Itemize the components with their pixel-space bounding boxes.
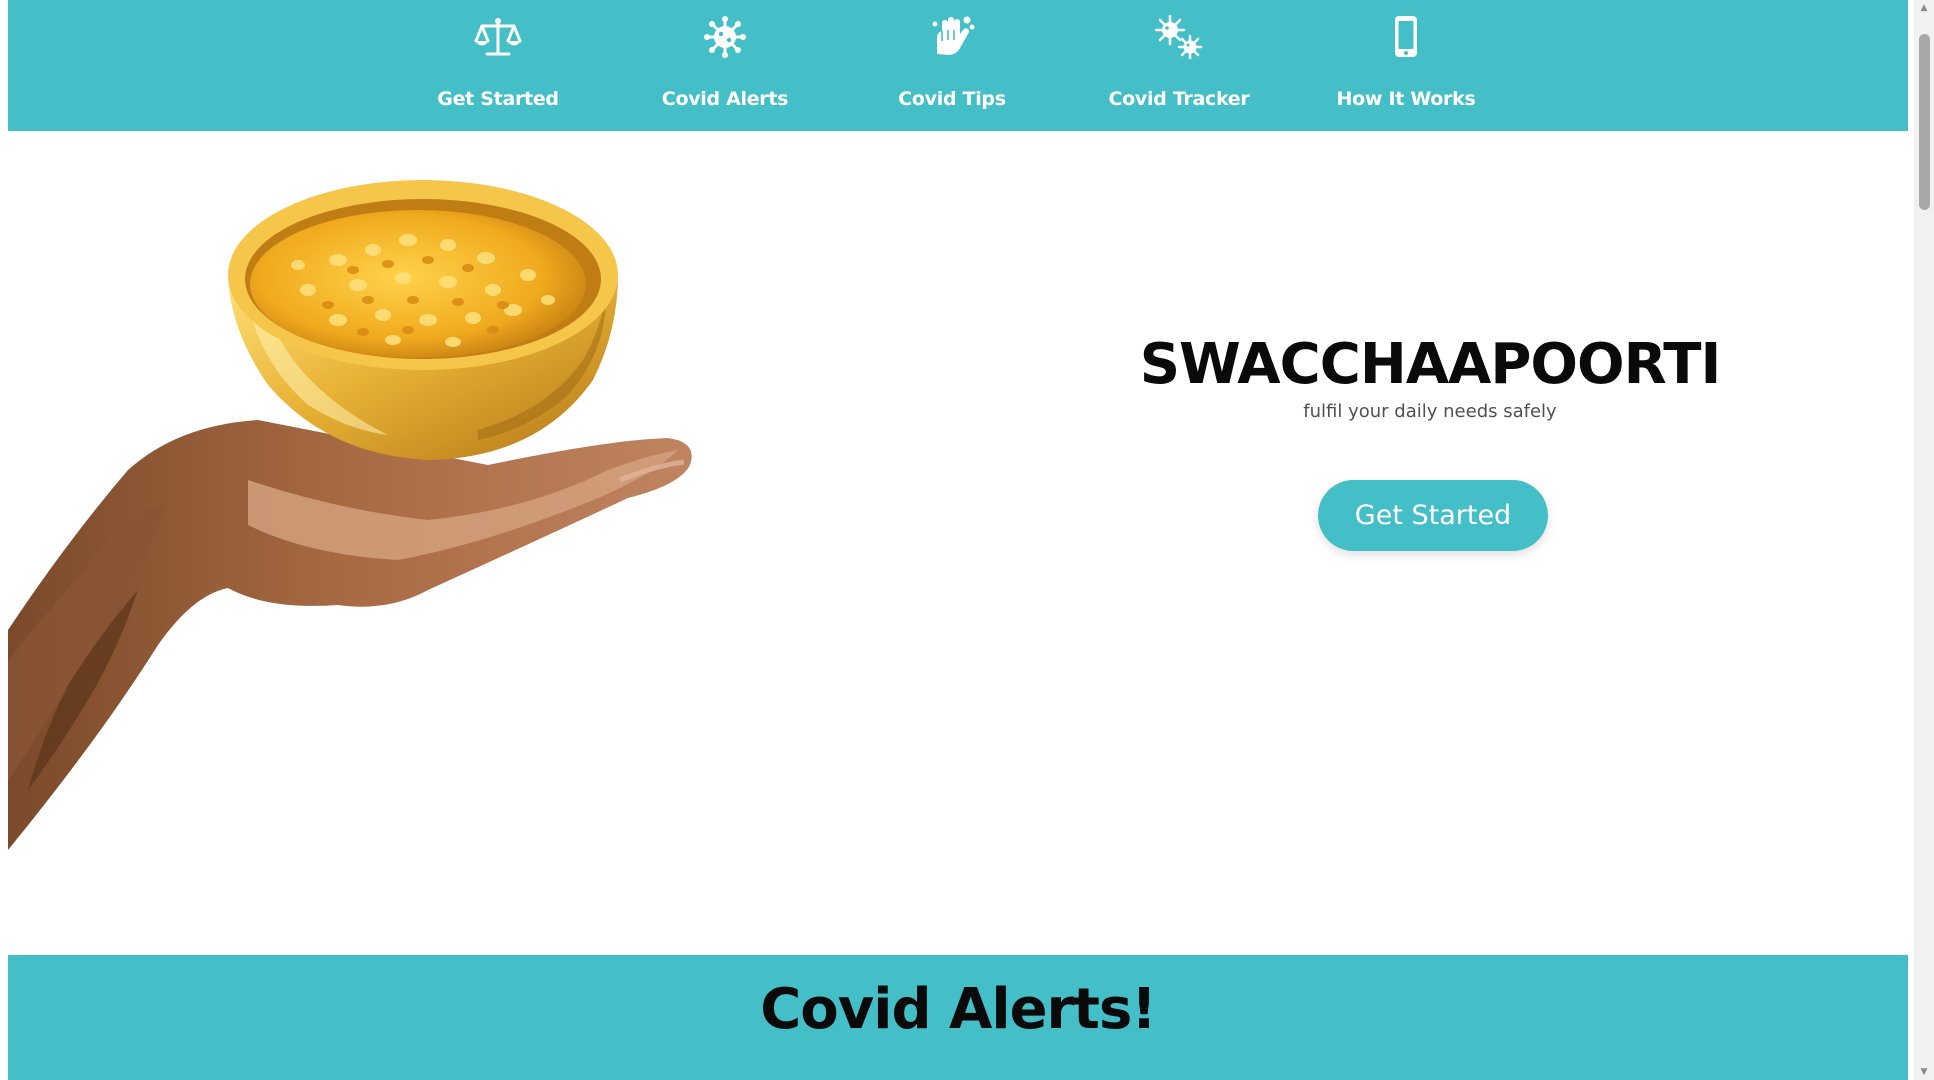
brand-tagline: fulfil your daily needs safely (1303, 401, 1557, 422)
get-started-button[interactable]: Get Started (1318, 480, 1548, 551)
hand-holding-bowl-image (8, 180, 868, 860)
covid-alerts-heading: Covid Alerts! (760, 977, 1157, 1042)
nav-label: Covid Tracker (1108, 88, 1250, 110)
viruses-icon (1154, 14, 1204, 60)
nav-item-covid-tips[interactable]: Covid Tips (862, 0, 1042, 131)
vertical-scrollbar[interactable]: ▲ ▼ (1914, 0, 1934, 1080)
brand-title: SWACCHAAPOORTI (1139, 332, 1722, 397)
nav-item-covid-alerts[interactable]: Covid Alerts (635, 0, 815, 131)
scroll-up-arrow-icon[interactable]: ▲ (1914, 0, 1934, 16)
scroll-thumb[interactable] (1919, 34, 1930, 210)
page: Get Started Covid Alerts Covid Tips Covi… (0, 0, 1934, 1080)
nav-item-how-it-works[interactable]: How It Works (1316, 0, 1496, 131)
mobile-phone-icon (1381, 14, 1431, 60)
nav-label: How It Works (1336, 88, 1476, 110)
nav-label: Covid Tips (898, 88, 1006, 110)
scale-icon (473, 14, 523, 60)
hand-wash-icon (927, 14, 977, 60)
covid-alerts-section: Covid Alerts! (8, 955, 1908, 1080)
top-navbar: Get Started Covid Alerts Covid Tips Covi… (8, 0, 1908, 131)
nav-item-covid-tracker[interactable]: Covid Tracker (1089, 0, 1269, 131)
scroll-down-arrow-icon[interactable]: ▼ (1914, 1064, 1934, 1080)
nav-label: Get Started (437, 88, 559, 110)
nav-item-get-started[interactable]: Get Started (408, 0, 588, 131)
nav-label: Covid Alerts (661, 88, 789, 110)
virus-icon (700, 14, 750, 60)
